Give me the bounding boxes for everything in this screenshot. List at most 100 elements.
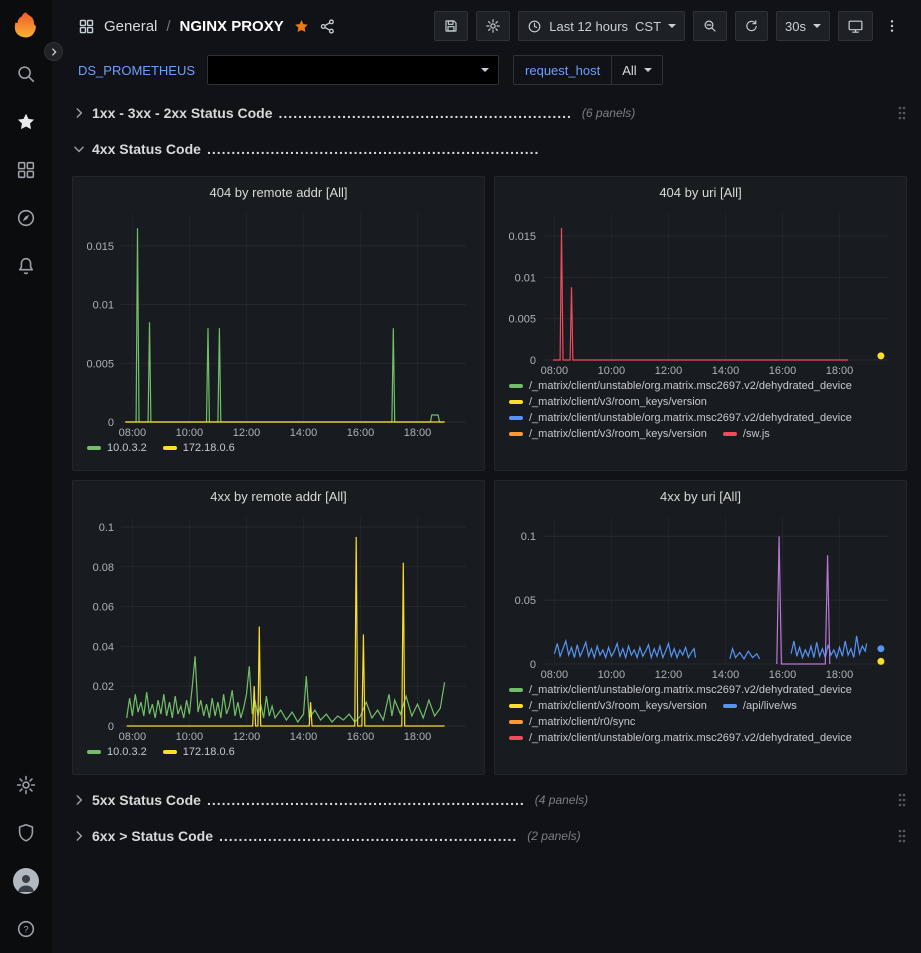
chevron-down-icon <box>668 24 676 28</box>
grafana-logo[interactable] <box>11 10 41 40</box>
tv-mode-button[interactable] <box>838 11 873 41</box>
legend-label: /sw.js <box>743 428 770 440</box>
legend-label: 172.18.0.6 <box>183 746 235 758</box>
legend-item[interactable]: /_matrix/client/v3/room_keys/version <box>509 428 707 440</box>
refresh-button[interactable] <box>735 11 768 41</box>
legend-item[interactable]: 10.0.3.2 <box>87 442 147 454</box>
legend-swatch <box>163 750 177 754</box>
svg-text:14:00: 14:00 <box>712 365 740 377</box>
variable-request-host-select[interactable]: All <box>612 55 662 85</box>
legend-label: 172.18.0.6 <box>183 442 235 454</box>
svg-text:0: 0 <box>530 659 536 671</box>
svg-text:0: 0 <box>108 721 114 733</box>
sidebar-item-explore[interactable] <box>0 194 52 242</box>
legend-swatch <box>509 688 523 692</box>
legend-item[interactable]: 172.18.0.6 <box>163 442 235 454</box>
dashboard-settings-button[interactable] <box>476 11 510 41</box>
legend-item[interactable]: /_matrix/client/unstable/org.matrix.msc2… <box>509 380 852 392</box>
panel-chart[interactable]: 08:0010:0012:0014:0016:0018:0000.050.1 <box>503 511 898 681</box>
breadcrumb-separator: / <box>166 18 170 35</box>
save-dashboard-button[interactable] <box>434 11 468 41</box>
legend-item[interactable]: 10.0.3.2 <box>87 746 147 758</box>
panel-chart[interactable]: 08:0010:0012:0014:0016:0018:0000.0050.01… <box>503 207 898 377</box>
legend-label: /_matrix/client/v3/room_keys/version <box>529 396 707 408</box>
row-drag-handle[interactable] <box>897 105 907 121</box>
chevron-down-icon <box>72 142 92 156</box>
variable-request-host-label[interactable]: request_host <box>513 55 612 85</box>
sidebar-item-search[interactable] <box>0 50 52 98</box>
sidebar-item-dashboards[interactable] <box>0 146 52 194</box>
panel-title[interactable]: 4xx by remote addr [All] <box>81 485 476 511</box>
svg-text:10:00: 10:00 <box>598 669 626 681</box>
dashboard-title[interactable]: NGINX PROXY <box>180 18 284 35</box>
legend-item[interactable]: /sw.js <box>723 428 770 440</box>
row-4xx-status-code[interactable]: 4xx Status Code ........................… <box>72 136 907 162</box>
panel-legend: /_matrix/client/unstable/org.matrix.msc2… <box>503 377 898 464</box>
panel-title[interactable]: 4xx by uri [All] <box>503 485 898 511</box>
svg-text:08:00: 08:00 <box>119 731 147 743</box>
panel-legend: 10.0.3.2 172.18.0.6 <box>81 743 476 768</box>
variable-datasource-label: DS_PROMETHEUS <box>72 63 201 78</box>
sidebar-item-alerting[interactable] <box>0 242 52 290</box>
svg-text:0.1: 0.1 <box>99 522 114 534</box>
legend-item[interactable]: /api/live/ws <box>723 700 797 712</box>
legend-item[interactable]: 172.18.0.6 <box>163 746 235 758</box>
kebab-menu-button[interactable] <box>881 11 903 41</box>
svg-text:14:00: 14:00 <box>290 427 318 439</box>
legend-item[interactable]: /_matrix/client/v3/room_keys/version <box>509 700 707 712</box>
refresh-interval-value: 30s <box>785 19 806 34</box>
legend-label: /_matrix/client/v3/room_keys/version <box>529 428 707 440</box>
row-drag-handle[interactable] <box>897 792 907 808</box>
row-5xx-status-code[interactable]: 5xx Status Code ........................… <box>72 787 907 813</box>
legend-swatch <box>509 704 523 708</box>
dashboard-content: 1xx - 3xx - 2xx Status Code ............… <box>52 92 921 849</box>
sidebar-item-help[interactable]: ? <box>0 905 52 953</box>
kebab-menu-icon <box>884 18 900 34</box>
svg-text:0.1: 0.1 <box>521 531 536 543</box>
svg-text:18:00: 18:00 <box>404 427 432 439</box>
svg-text:08:00: 08:00 <box>541 669 569 681</box>
row-panel-count: (2 panels) <box>527 829 580 843</box>
sidebar-item-server-admin[interactable] <box>0 809 52 857</box>
row-1xx-3xx-2xx-status-code[interactable]: 1xx - 3xx - 2xx Status Code ............… <box>72 100 907 126</box>
zoom-out-button[interactable] <box>693 11 727 41</box>
svg-text:12:00: 12:00 <box>233 731 261 743</box>
favorite-star-icon[interactable] <box>293 18 310 35</box>
variable-request-host: request_host All <box>513 55 663 85</box>
refresh-interval-dropdown[interactable]: 30s <box>776 11 830 41</box>
variable-request-host-value: All <box>622 63 636 78</box>
legend-swatch <box>509 400 523 404</box>
shield-icon <box>15 822 37 844</box>
panel-chart[interactable]: 08:0010:0012:0014:0016:0018:0000.020.040… <box>81 511 476 743</box>
sidebar-item-configuration[interactable] <box>0 761 52 809</box>
svg-text:10:00: 10:00 <box>598 365 626 377</box>
row-6xx-status-code[interactable]: 6xx > Status Code ......................… <box>72 823 907 849</box>
svg-text:10:00: 10:00 <box>176 731 204 743</box>
svg-text:0.015: 0.015 <box>86 241 114 253</box>
row-drag-handle[interactable] <box>897 828 907 844</box>
legend-item[interactable]: /_matrix/client/unstable/org.matrix.msc2… <box>509 412 852 424</box>
breadcrumb-section[interactable]: General <box>104 18 157 35</box>
row-title: 4xx Status Code <box>92 141 201 157</box>
legend-item[interactable]: /_matrix/client/unstable/org.matrix.msc2… <box>509 684 852 696</box>
share-icon[interactable] <box>319 18 336 35</box>
legend-item[interactable]: /_matrix/client/v3/room_keys/version <box>509 396 707 408</box>
user-avatar <box>13 868 39 894</box>
panel-legend: 10.0.3.2 172.18.0.6 <box>81 439 476 464</box>
variable-datasource-select[interactable] <box>207 55 499 85</box>
legend-item[interactable]: /_matrix/client/r0/sync <box>509 716 635 728</box>
legend-item[interactable]: /_matrix/client/unstable/org.matrix.msc2… <box>509 732 852 744</box>
sidebar-item-profile[interactable] <box>0 857 52 905</box>
svg-text:0.04: 0.04 <box>93 641 114 653</box>
sidebar-item-starred[interactable] <box>0 98 52 146</box>
panel-title[interactable]: 404 by remote addr [All] <box>81 181 476 207</box>
time-range-picker[interactable]: Last 12 hours CST <box>518 11 685 41</box>
panel-title[interactable]: 404 by uri [All] <box>503 181 898 207</box>
chevron-down-icon <box>481 68 489 72</box>
svg-text:0.01: 0.01 <box>93 300 114 312</box>
clock-icon <box>527 19 542 34</box>
left-sidebar: ? <box>0 0 52 953</box>
legend-swatch <box>723 432 737 436</box>
sidebar-expand-button[interactable] <box>44 42 63 61</box>
panel-chart[interactable]: 08:0010:0012:0014:0016:0018:0000.0050.01… <box>81 207 476 439</box>
